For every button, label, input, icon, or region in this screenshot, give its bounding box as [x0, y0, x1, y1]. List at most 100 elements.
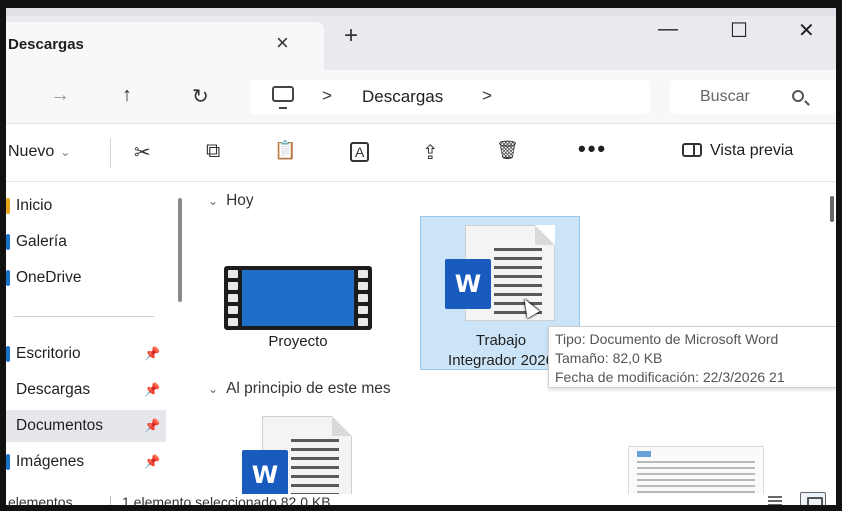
title-bar: Descargas × + — ☐ ✕: [6, 8, 836, 70]
chevron-down-icon: ⌄: [60, 145, 71, 159]
cut-icon[interactable]: ✂: [134, 140, 151, 165]
thumbnail-row: [637, 461, 755, 463]
minimize-button[interactable]: —: [658, 18, 678, 41]
document-lines: [291, 439, 339, 494]
tooltip-type: Tipo: Documento de Microsoft Word: [555, 331, 779, 347]
breadcrumb-separator[interactable]: >: [482, 86, 492, 106]
thumbnail-row: [637, 473, 755, 475]
gallery-icon: [6, 234, 10, 250]
tooltip-size: Tamaño: 82,0 KB: [555, 350, 663, 366]
film-holes-right: [358, 270, 368, 326]
rename-icon[interactable]: A: [350, 142, 370, 162]
page-fold: [332, 416, 352, 436]
pin-icon[interactable]: 📌: [144, 374, 160, 406]
preview-label: Vista previa: [710, 142, 794, 159]
sidebar-divider: [14, 316, 154, 317]
delete-icon[interactable]: 🗑: [496, 140, 519, 161]
pin-icon[interactable]: 📌: [144, 338, 160, 370]
sidebar-item-label: Escritorio: [16, 345, 81, 362]
thumbnail-row: [637, 479, 755, 481]
thumbnail-row: [637, 467, 755, 469]
details-view-icon[interactable]: [768, 496, 782, 505]
sidebar-item-inicio[interactable]: Inicio: [6, 190, 166, 222]
new-button[interactable]: Nuevo ⌄: [8, 143, 70, 161]
sidebar-item-onedrive[interactable]: OneDrive: [6, 262, 166, 294]
sidebar-scrollbar[interactable]: [178, 198, 182, 302]
more-options-button[interactable]: •••: [578, 136, 607, 162]
chevron-down-icon: ⌄: [208, 194, 219, 208]
sidebar-item-label: Galería: [16, 233, 67, 250]
tooltip-modified: Fecha de modificación: 22/3/2026 21: [555, 369, 785, 385]
pin-icon[interactable]: 📌: [144, 410, 160, 442]
sidebar-item-descargas[interactable]: Descargas 📌: [6, 374, 166, 406]
group-header-hoy[interactable]: ⌄ Hoy: [208, 192, 254, 210]
up-button[interactable]: ↑: [122, 84, 132, 107]
preview-pane-icon: [682, 143, 702, 157]
paste-icon[interactable]: 📋: [274, 140, 296, 161]
command-separator: [110, 138, 111, 168]
group-label: Hoy: [226, 192, 254, 209]
document-thumbnail[interactable]: [628, 446, 764, 494]
command-bar: Nuevo ⌄ ✂ ⧉ 📋 A ⇪ 🗑 ••• Vista previa: [6, 124, 836, 182]
tab-title: Descargas: [8, 36, 84, 53]
onedrive-icon: [6, 270, 10, 286]
desktop-icon: [6, 346, 10, 362]
file-item-proyecto[interactable]: Proyecto: [214, 258, 382, 358]
forward-button[interactable]: →: [50, 84, 70, 107]
share-icon[interactable]: ⇪: [422, 140, 439, 165]
item-count: elementos: [8, 494, 73, 510]
tab-close-icon[interactable]: ×: [276, 30, 289, 56]
sidebar-item-label: Documentos: [16, 417, 104, 434]
status-bar: elementos 1 elemento seleccionado 82,0 K…: [6, 492, 836, 510]
computer-icon[interactable]: [272, 86, 294, 109]
sidebar-item-label: Imágenes: [16, 453, 85, 470]
file-name: Proyecto: [268, 333, 328, 350]
search-icon[interactable]: [792, 90, 804, 102]
address-field[interactable]: > Descargas >: [250, 80, 650, 114]
thumbnail-row: [637, 491, 755, 493]
copy-icon[interactable]: ⧉: [206, 140, 220, 163]
tab-descargas[interactable]: Descargas ×: [6, 22, 324, 70]
refresh-button[interactable]: ↻: [192, 84, 209, 109]
breadcrumb-separator[interactable]: >: [322, 86, 332, 106]
selection-info: 1 elemento seleccionado 82,0 KB: [122, 494, 331, 510]
word-logo-icon: W: [445, 259, 491, 309]
status-separator: [110, 496, 111, 505]
breadcrumb-descargas[interactable]: Descargas: [362, 87, 443, 107]
file-tooltip: Tipo: Documento de Microsoft Word Tamaño…: [548, 326, 836, 388]
chevron-down-icon: ⌄: [208, 382, 219, 396]
address-bar-row: → ↑ ↻ > Descargas > Buscar: [6, 70, 836, 124]
maximize-button[interactable]: ☐: [730, 18, 748, 43]
thumbnail-row: [637, 485, 755, 487]
new-tab-button[interactable]: +: [344, 22, 358, 50]
search-input[interactable]: Buscar: [670, 80, 836, 114]
new-button-label: Nuevo: [8, 143, 55, 160]
sidebar-item-escritorio[interactable]: Escritorio 📌: [6, 338, 166, 370]
content-scrollbar[interactable]: [830, 196, 834, 222]
sidebar-item-label: Inicio: [16, 197, 53, 214]
close-button[interactable]: ✕: [798, 18, 815, 43]
word-logo-icon: W: [242, 450, 288, 494]
group-label: Al principio de este mes: [226, 380, 391, 397]
sidebar-item-imagenes[interactable]: Imágenes 📌: [6, 446, 166, 478]
file-item-word-document[interactable]: W: [232, 412, 362, 494]
tiles-view-icon[interactable]: [800, 492, 826, 505]
thumbnail-logo: [637, 451, 651, 457]
film-holes-left: [228, 270, 238, 326]
page-fold: [535, 225, 555, 245]
sidebar-item-galeria[interactable]: Galería: [6, 226, 166, 258]
sidebar-item-label: Descargas: [16, 381, 91, 398]
title-top-strip: [6, 8, 836, 16]
video-file-icon: [224, 266, 372, 330]
sidebar-item-documentos[interactable]: Documentos 📌: [6, 410, 166, 442]
file-explorer-window: Descargas × + — ☐ ✕ → ↑ ↻ > Descargas > …: [0, 0, 842, 511]
sidebar-item-label: OneDrive: [16, 269, 82, 286]
pin-icon[interactable]: 📌: [144, 446, 160, 478]
navigation-pane: Inicio Galería OneDrive Escritorio 📌 Des…: [6, 182, 188, 494]
preview-button[interactable]: Vista previa: [682, 142, 793, 160]
video-preview: [242, 270, 354, 326]
search-placeholder: Buscar: [700, 88, 750, 105]
home-icon: [6, 198, 10, 214]
pictures-icon: [6, 454, 10, 470]
group-header-principio-mes[interactable]: ⌄ Al principio de este mes: [208, 380, 391, 398]
